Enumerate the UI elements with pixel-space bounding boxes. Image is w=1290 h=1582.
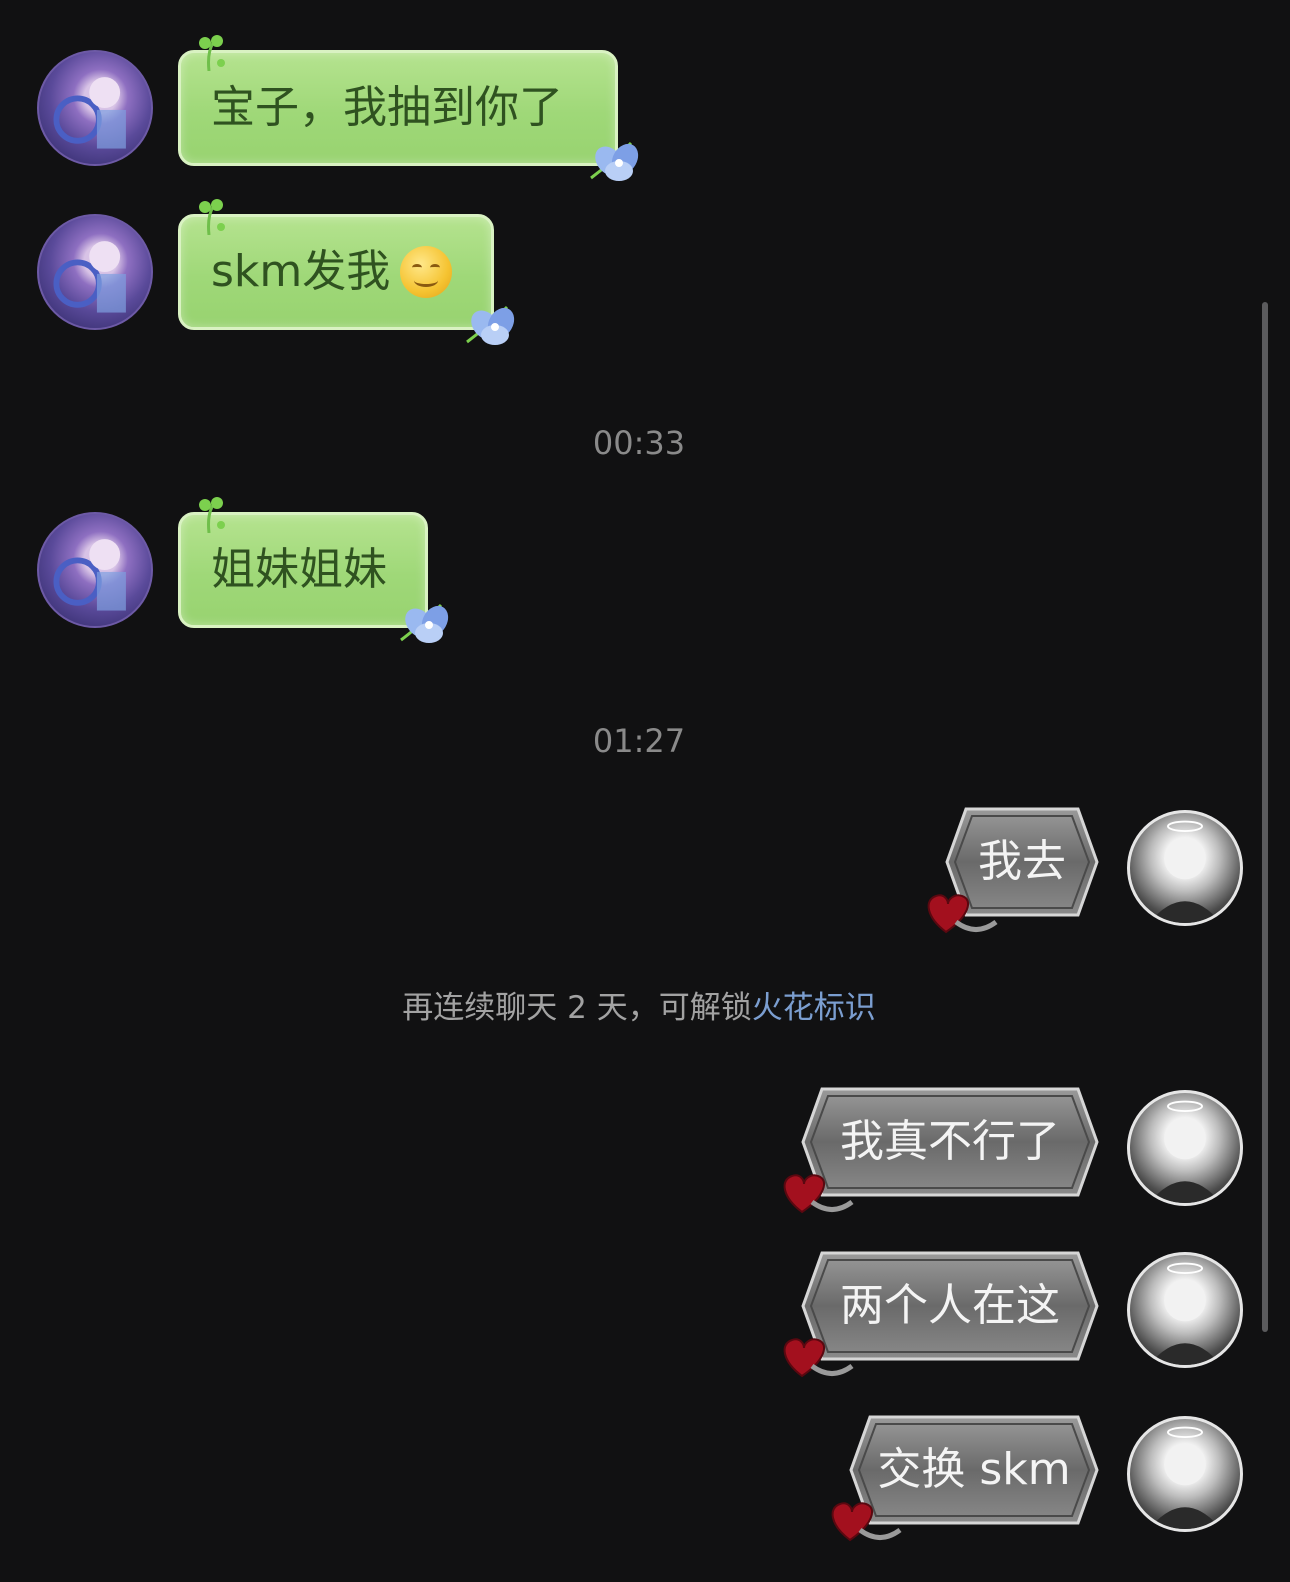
message-bubble[interactable]: skm发我 (178, 199, 515, 345)
message-text: 姐妹姐妹 (211, 544, 387, 595)
message-text: 我真不行了 (840, 1116, 1060, 1167)
spark-unlock-notice: 再连续聊天 2 天，可解锁火花标识 (0, 982, 1278, 1027)
message-text: 我去 (978, 836, 1066, 887)
spark-badge-link[interactable]: 火花标识 (752, 990, 876, 1026)
timestamp: 00:33 (592, 424, 686, 462)
my-avatar[interactable] (1127, 1416, 1243, 1532)
message-text: skm发我 (211, 246, 391, 297)
message-bubble[interactable]: 姐妹姐妹 (178, 497, 449, 643)
notice-text: 再连续聊天 2 天，可解锁 (402, 990, 752, 1026)
message-bubble[interactable]: 我去 (927, 806, 1100, 934)
contact-avatar[interactable] (37, 512, 153, 628)
my-avatar[interactable] (1127, 810, 1243, 926)
sprout-icon (199, 199, 225, 235)
message-bubble[interactable]: 交换 skm (831, 1414, 1100, 1542)
message-text: 两个人在这 (840, 1280, 1060, 1331)
flower-icon (400, 603, 449, 643)
message-bubble[interactable]: 宝子，我抽到你了 (178, 35, 639, 181)
message-bubble[interactable]: 两个人在这 (783, 1250, 1100, 1378)
heart-icon (783, 1174, 854, 1214)
heart-icon (927, 894, 998, 934)
my-avatar[interactable] (1127, 1252, 1243, 1368)
heart-icon (783, 1338, 854, 1378)
flower-icon (590, 141, 639, 181)
my-avatar[interactable] (1127, 1090, 1243, 1206)
timestamp: 01:27 (592, 722, 686, 760)
contact-avatar[interactable] (37, 214, 153, 330)
message-text: 交换 skm (877, 1444, 1071, 1495)
flower-icon (466, 305, 515, 345)
grinning-emoji-icon (400, 246, 453, 298)
contact-avatar[interactable] (37, 50, 153, 166)
heart-icon (831, 1502, 902, 1542)
message-bubble[interactable]: 我真不行了 (783, 1086, 1100, 1214)
message-text: 宝子，我抽到你了 (211, 82, 563, 133)
sprout-icon (199, 497, 225, 533)
sprout-icon (199, 35, 225, 71)
